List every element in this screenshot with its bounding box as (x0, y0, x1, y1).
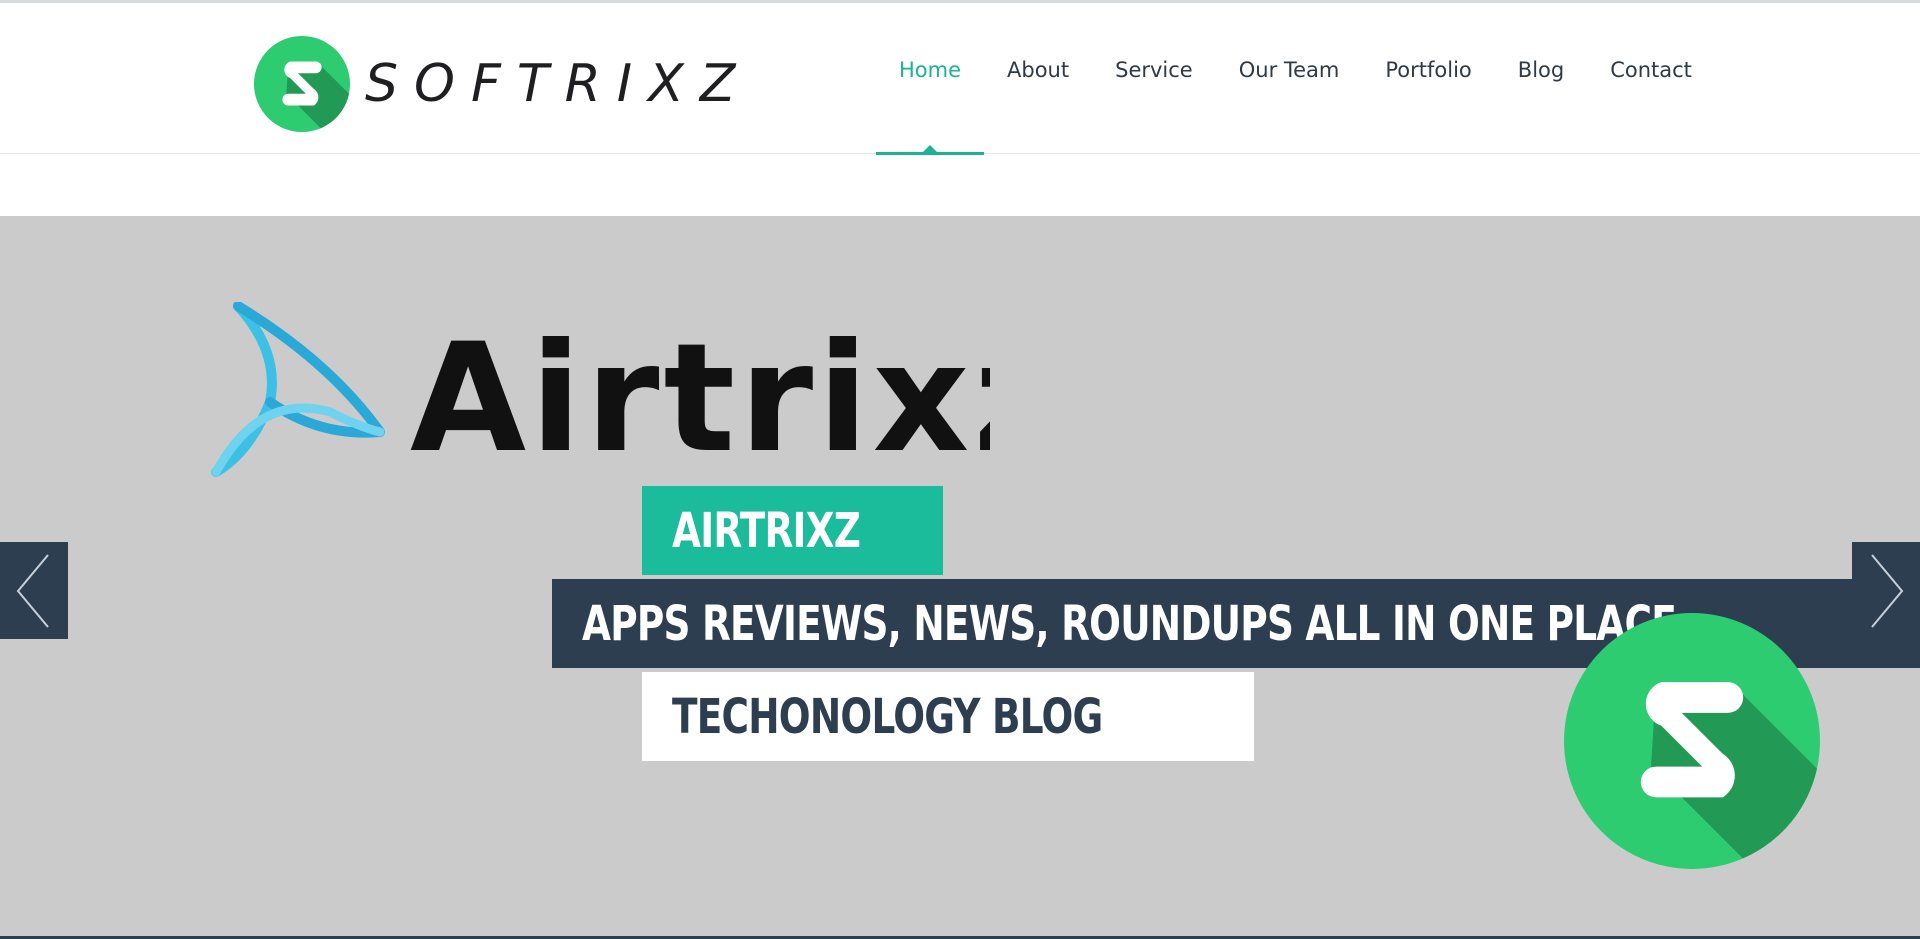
nav-home[interactable]: Home (876, 0, 985, 157)
nav-service[interactable]: Service (1092, 0, 1216, 145)
chevron-left-icon (16, 553, 49, 628)
nav-blog[interactable]: Blog (1495, 0, 1587, 145)
nav-about[interactable]: About (984, 0, 1092, 145)
airtrixz-logo: Airtrixz (211, 302, 990, 482)
nav-our-team[interactable]: Our Team (1216, 0, 1363, 145)
chevron-right-icon (1871, 553, 1904, 628)
slider-next-button[interactable] (1852, 542, 1920, 639)
slider-prev-button[interactable] (0, 542, 68, 639)
site-header: SOFTRIXZ Home About Service Our Team Por… (0, 3, 1920, 157)
hero-slider: Airtrixz AIRTRIXZ APPS REVIEWS, NEWS, RO… (0, 216, 1920, 939)
site-logo[interactable]: SOFTRIXZ (253, 35, 751, 133)
main-nav: Home About Service Our Team Portfolio Bl… (876, 6, 1715, 157)
nav-portfolio[interactable]: Portfolio (1362, 0, 1494, 145)
logo-wordmark: SOFTRIXZ (365, 54, 752, 114)
softrixz-logo-icon (253, 35, 351, 133)
header-spacer (0, 155, 1920, 216)
caption-title: AIRTRIXZ (642, 486, 944, 575)
svg-text:Airtrixz: Airtrixz (410, 312, 990, 482)
caption-tag: TECHONOLOGY BLOG (642, 672, 1254, 761)
nav-contact[interactable]: Contact (1587, 0, 1715, 145)
softrixz-badge-icon (1564, 613, 1820, 869)
